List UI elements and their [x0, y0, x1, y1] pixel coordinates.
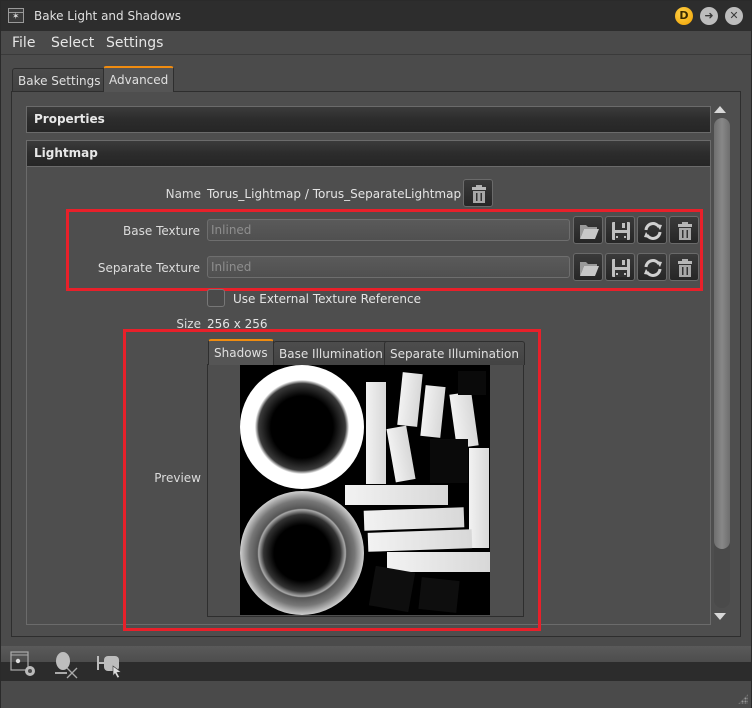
- separate-texture-delete-button[interactable]: [669, 253, 699, 281]
- tab-shadows[interactable]: Shadows: [208, 339, 274, 365]
- name-label: Name: [165, 187, 201, 201]
- bake-settings-icon[interactable]: [10, 651, 38, 679]
- arrow-right-icon[interactable]: ➜: [700, 7, 718, 25]
- close-icon[interactable]: ✕: [725, 7, 743, 25]
- use-external-texture-label: Use External Texture Reference: [233, 292, 422, 306]
- separate-texture-input[interactable]: Inlined: [207, 256, 570, 278]
- uv-island-dark: [368, 565, 416, 613]
- menu-bar: File Select Settings: [1, 31, 751, 55]
- trash-icon: [472, 185, 486, 203]
- menu-file[interactable]: File: [12, 35, 35, 51]
- size-value: 256 x 256: [207, 317, 268, 331]
- base-texture-delete-button[interactable]: [669, 216, 699, 244]
- menu-select[interactable]: Select: [51, 35, 94, 51]
- refresh-icon: [644, 222, 662, 240]
- title-bar: Bake Light and Shadows D ➜ ✕: [1, 1, 751, 31]
- refresh-icon: [644, 259, 662, 277]
- tab-advanced[interactable]: Advanced: [103, 66, 175, 92]
- app-icon: [8, 8, 24, 23]
- menu-settings[interactable]: Settings: [106, 35, 163, 51]
- name-value: Torus_Lightmap / Torus_SeparateLightmap: [207, 187, 462, 201]
- separate-texture-browse-button[interactable]: [573, 253, 603, 281]
- trash-icon: [678, 259, 692, 277]
- size-label: Size: [176, 317, 201, 331]
- lightmap-preview-image: [240, 365, 490, 615]
- uv-island: [366, 382, 386, 484]
- separate-texture-save-button[interactable]: [605, 253, 635, 281]
- uv-island: [469, 448, 489, 548]
- save-icon: [612, 222, 630, 240]
- base-texture-save-button[interactable]: [605, 216, 635, 244]
- lightmap-title: Lightmap: [34, 146, 98, 160]
- properties-section-header[interactable]: Properties: [26, 106, 711, 133]
- folder-icon: [580, 225, 599, 239]
- base-texture-browse-button[interactable]: [573, 216, 603, 244]
- tab-bake-settings[interactable]: Bake Settings: [12, 68, 107, 92]
- uv-island: [420, 385, 446, 438]
- uv-island: [397, 372, 423, 427]
- d-badge-button[interactable]: D: [675, 7, 693, 25]
- bake-light-window: Bake Light and Shadows D ➜ ✕ File Select…: [0, 0, 752, 708]
- scroll-down-arrow-icon[interactable]: [714, 613, 726, 620]
- uv-island: [363, 507, 465, 531]
- separate-texture-label: Separate Texture: [97, 261, 200, 275]
- uv-island: [367, 529, 473, 552]
- scroll-up-arrow-icon[interactable]: [714, 106, 726, 113]
- base-texture-input[interactable]: Inlined: [207, 219, 570, 241]
- save-icon: [612, 259, 630, 277]
- tab-base-illumination[interactable]: Base Illumination: [273, 341, 389, 365]
- separate-texture-reload-button[interactable]: [637, 253, 667, 281]
- tab-separate-illumination[interactable]: Separate Illumination: [384, 341, 525, 365]
- select-light-icon[interactable]: [96, 651, 124, 679]
- delete-lightmap-button[interactable]: [463, 179, 493, 207]
- clear-light-icon[interactable]: [53, 651, 81, 679]
- trash-icon: [678, 222, 692, 240]
- use-external-texture-checkbox[interactable]: [207, 289, 225, 307]
- uv-island: [345, 485, 448, 505]
- folder-icon: [580, 262, 599, 276]
- window-title: Bake Light and Shadows: [34, 9, 182, 23]
- base-texture-label: Base Texture: [123, 224, 200, 238]
- preview-label: Preview: [154, 471, 201, 485]
- uv-island-dark: [458, 371, 486, 395]
- uv-island-dark: [430, 439, 468, 483]
- lightmap-texture: [240, 365, 490, 615]
- status-area: [1, 681, 751, 708]
- uv-island: [387, 552, 490, 572]
- uv-island: [386, 425, 416, 483]
- uv-island-dark: [418, 577, 460, 613]
- base-texture-reload-button[interactable]: [637, 216, 667, 244]
- scrollbar-thumb[interactable]: [714, 118, 730, 549]
- lightmap-section-header[interactable]: Lightmap: [26, 140, 711, 167]
- properties-title: Properties: [34, 112, 105, 126]
